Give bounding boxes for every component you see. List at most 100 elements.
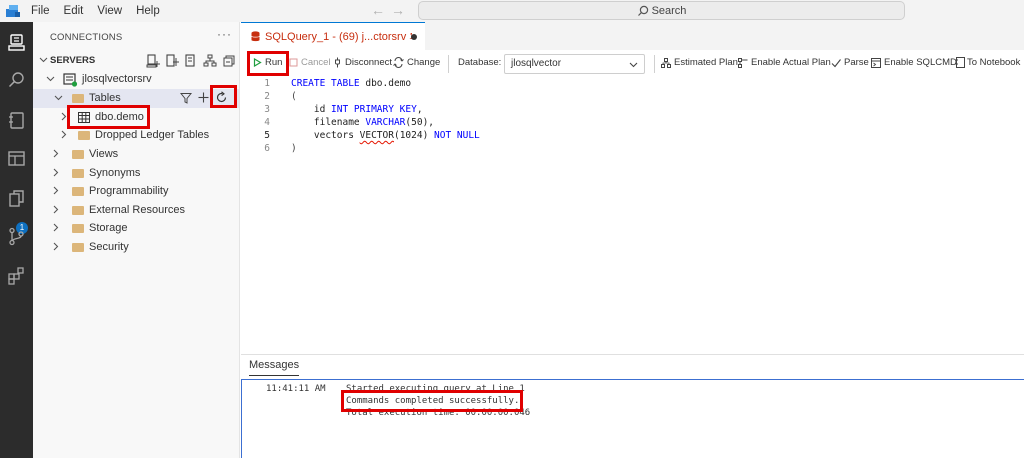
add-icon[interactable] <box>198 92 209 106</box>
menu-file[interactable]: File <box>31 5 50 17</box>
search-icon[interactable] <box>6 70 27 91</box>
sql-punctuation: , <box>428 117 435 128</box>
actual-plan-icon <box>738 57 748 68</box>
disconnect-button[interactable]: Disconnect <box>333 57 392 68</box>
messages-panel: Messages 11:41:11 AM Started executing q… <box>241 354 1024 458</box>
folder-icon <box>72 94 84 103</box>
synonyms-label: Synonyms <box>89 167 141 179</box>
tables-label: Tables <box>89 92 121 104</box>
more-actions-icon[interactable]: ··· <box>217 27 232 41</box>
folder-icon <box>72 150 84 159</box>
toolbar-divider <box>448 55 449 73</box>
extensions-icon[interactable] <box>6 265 27 286</box>
active-connections-icon[interactable] <box>184 54 201 68</box>
refresh-highlight-box <box>210 85 237 108</box>
code-text: ) <box>291 143 297 154</box>
forward-arrow-icon[interactable]: → <box>391 2 411 18</box>
estimated-plan-label: Estimated Plan <box>674 57 738 68</box>
filter-icon[interactable] <box>179 92 193 107</box>
code-line: 3 id INT PRIMARY KEY, <box>241 104 1024 117</box>
menu-help[interactable]: Help <box>136 5 160 17</box>
sql-identifier: id <box>291 104 326 115</box>
change-connection-icon <box>393 57 404 68</box>
enable-sqlcmd-button[interactable]: Enable SQLCMD <box>871 57 957 68</box>
database-select-value: jlosqlvector <box>511 58 562 69</box>
server-dashboard-icon[interactable] <box>6 148 27 169</box>
check-icon <box>831 58 841 67</box>
tree-item-external-resources[interactable]: External Resources <box>33 201 239 220</box>
explorer-files-icon[interactable] <box>6 188 27 209</box>
chevron-down-icon <box>629 62 638 68</box>
tree-item-programmability[interactable]: Programmability <box>33 182 239 201</box>
menu-view[interactable]: View <box>97 5 122 17</box>
folder-icon <box>78 131 90 140</box>
cancel-button[interactable]: Cancel <box>289 57 331 68</box>
tree-item-security[interactable]: Security <box>33 238 239 257</box>
sql-type: VARCHAR <box>359 117 406 128</box>
editor-tab-bar: SQLQuery_1 - (69) j...ctorsrv 1 <box>241 22 1024 50</box>
disconnect-label: Disconnect <box>345 57 392 68</box>
sql-identifier: vectors <box>291 130 360 141</box>
chevron-down-icon <box>46 76 55 82</box>
back-arrow-icon[interactable]: ← <box>371 2 391 18</box>
notebook-icon[interactable] <box>6 110 27 131</box>
search-label: Search <box>651 4 687 17</box>
chevron-right-icon <box>53 168 59 177</box>
line-number: 5 <box>264 130 270 141</box>
security-label: Security <box>89 241 129 253</box>
messages-output[interactable]: 11:41:11 AM Started executing query at L… <box>241 379 1024 458</box>
to-notebook-button[interactable]: To Notebook <box>955 57 1020 68</box>
folder-icon <box>72 206 84 215</box>
search-icon <box>637 5 648 16</box>
tree-item-views[interactable]: Views <box>33 145 239 164</box>
sqlcmd-label: Enable SQLCMD <box>884 57 957 68</box>
actual-plan-button[interactable]: Enable Actual Plan <box>738 57 831 68</box>
sql-identifier: filename <box>291 117 360 128</box>
collapse-all-icon[interactable] <box>222 54 239 68</box>
tab-sqlquery-1[interactable]: SQLQuery_1 - (69) j...ctorsrv 1 <box>241 22 425 50</box>
sql-punctuation: , <box>416 104 423 115</box>
line-number: 2 <box>264 91 270 102</box>
server-node[interactable]: jlosqlvectorsrv <box>33 70 239 89</box>
database-select[interactable]: jlosqlvector <box>504 54 645 74</box>
sql-identifier: dbo.demo <box>359 78 412 89</box>
tree-item-synonyms[interactable]: Synonyms <box>33 164 239 183</box>
command-search-box[interactable]: Search <box>418 1 905 20</box>
change-label: Change <box>407 57 441 68</box>
server-name: jlosqlvectorsrv <box>82 73 152 85</box>
unsaved-dot-icon[interactable] <box>411 34 417 40</box>
chevron-right-icon <box>53 242 59 251</box>
new-server-group-icon[interactable] <box>165 54 182 68</box>
database-icon <box>251 31 260 42</box>
programmability-label: Programmability <box>89 185 169 197</box>
run-highlight-box <box>247 51 289 76</box>
app-logo-icon <box>6 5 20 17</box>
code-text: CREATE TABLE dbo.demo <box>291 78 411 89</box>
chevron-right-icon <box>53 205 59 214</box>
parse-button[interactable]: Parse <box>831 57 869 68</box>
new-connection-icon[interactable] <box>146 54 163 68</box>
tree-item-dropped-ledger-tables[interactable]: Dropped Ledger Tables <box>33 126 239 145</box>
code-line: 5 vectors VECTOR(1024) NOT NULL <box>241 130 1024 143</box>
servers-section-header[interactable]: SERVERS <box>33 52 239 70</box>
servers-label: SERVERS <box>50 55 96 66</box>
tab-messages[interactable]: Messages <box>249 359 300 376</box>
change-connection-button[interactable]: Change <box>393 57 440 68</box>
to-notebook-label: To Notebook <box>967 57 1021 68</box>
sql-keyword: CREATE TABLE <box>291 78 360 89</box>
line-number: 6 <box>264 143 270 154</box>
chevron-down-icon <box>39 57 48 63</box>
estimated-plan-button[interactable]: Estimated Plan <box>661 57 738 68</box>
connections-icon[interactable] <box>6 32 27 53</box>
disconnect-icon <box>335 57 340 68</box>
tree-item-storage[interactable]: Storage <box>33 219 239 238</box>
source-control-icon[interactable] <box>6 226 27 247</box>
server-icon <box>63 73 78 87</box>
database-label-text: Database: <box>458 57 502 68</box>
menu-edit[interactable]: Edit <box>64 5 84 17</box>
code-text: ( <box>291 91 297 102</box>
network-connections-icon[interactable] <box>203 54 220 68</box>
cancel-label: Cancel <box>301 57 331 68</box>
stop-icon <box>289 58 298 67</box>
code-editor[interactable]: 1 CREATE TABLE dbo.demo 2 ( 3 id INT PRI… <box>241 78 1024 354</box>
